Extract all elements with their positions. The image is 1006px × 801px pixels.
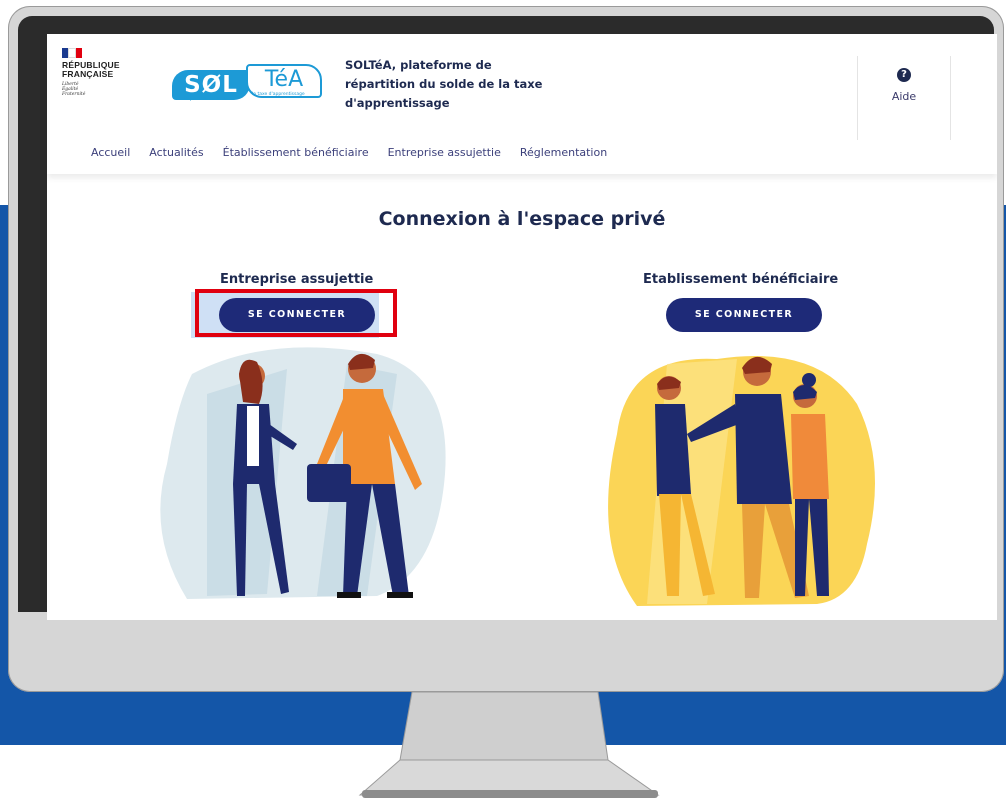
etablissement-heading: Etablissement bénéficiaire: [643, 272, 839, 287]
entreprise-heading: Entreprise assujettie: [220, 272, 374, 287]
tricolor-flag-icon: [62, 48, 82, 58]
logo-sol: SØL: [172, 70, 250, 100]
monitor-bezel: RÉPUBLIQUE FRANÇAISE Liberté Égalité Fra…: [18, 16, 997, 620]
site-header: RÉPUBLIQUE FRANÇAISE Liberté Égalité Fra…: [47, 34, 997, 174]
red-highlight-box: [195, 289, 397, 337]
monitor: RÉPUBLIQUE FRANÇAISE Liberté Égalité Fra…: [8, 6, 1004, 692]
help-label: Aide: [891, 90, 917, 103]
question-circle-icon: ?: [897, 68, 911, 82]
main-navigation: Accueil Actualités Établissement bénéfic…: [91, 146, 626, 159]
etablissement-connect-button[interactable]: SE CONNECTER: [666, 298, 822, 332]
nav-actualites[interactable]: Actualités: [149, 146, 203, 159]
browser-screen: RÉPUBLIQUE FRANÇAISE Liberté Égalité Fra…: [47, 34, 997, 620]
logo-subtitle-right: la taxe d'apprentissage: [252, 92, 305, 97]
republic-line-2: FRANÇAISE: [62, 69, 114, 79]
republique-francaise-logo[interactable]: RÉPUBLIQUE FRANÇAISE Liberté Égalité Fra…: [62, 48, 120, 97]
page-title: Connexion à l'espace privé: [378, 208, 666, 230]
devise-fraternite: Fraternité: [62, 92, 86, 97]
nav-reglementation[interactable]: Réglementation: [520, 146, 607, 159]
nav-entreprise-assujettie[interactable]: Entreprise assujettie: [388, 146, 501, 159]
family-illustration: [608, 356, 875, 606]
help-button[interactable]: ? Aide: [857, 56, 951, 140]
nav-accueil[interactable]: Accueil: [91, 146, 130, 159]
site-tagline: SOLTéA, plateforme de répartition du sol…: [345, 58, 543, 110]
business-people-illustration: [160, 347, 446, 599]
logo-subtitle-left: Répartir le solde de: [184, 97, 228, 102]
nav-etablissement-beneficiaire[interactable]: Établissement bénéficiaire: [223, 146, 369, 159]
